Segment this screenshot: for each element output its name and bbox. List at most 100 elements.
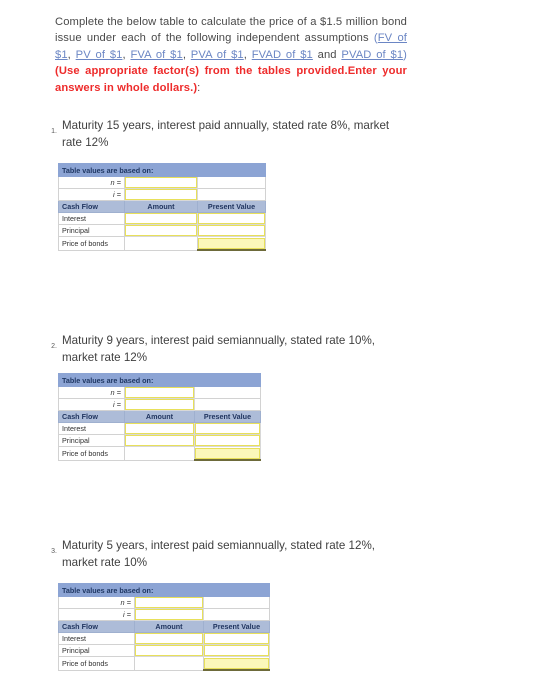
sep-3: , xyxy=(182,48,191,61)
interest-label-1: Interest xyxy=(58,212,125,225)
table-column-header-row-3: Cash Flow Amount Present Value xyxy=(58,620,270,633)
principal-label-3: Principal xyxy=(58,644,135,657)
n-label-1: n = xyxy=(58,176,125,189)
instructions-lead: Complete the below table to calculate th… xyxy=(55,16,407,45)
price-spacer-2 xyxy=(124,446,195,461)
i-input-1[interactable] xyxy=(125,189,197,200)
i-row-3: i = xyxy=(58,608,270,621)
interest-amount-input-3[interactable] xyxy=(135,633,203,644)
col-amount-1: Amount xyxy=(124,200,198,213)
interest-pv-input-2[interactable] xyxy=(195,423,260,434)
basis-header-label-1: Table values are based on: xyxy=(58,163,266,177)
i-row-1: i = xyxy=(58,188,266,201)
price-of-bonds-cell-1[interactable] xyxy=(197,236,266,251)
interest-label-2: Interest xyxy=(58,422,125,435)
link-pvad-of-1[interactable]: PVAD of $1 xyxy=(341,49,403,61)
price-of-bonds-input-2[interactable] xyxy=(195,447,260,459)
principal-row-1: Principal xyxy=(58,224,266,237)
price-of-bonds-cell-2[interactable] xyxy=(194,446,261,461)
question-number-3: 3. xyxy=(51,548,57,555)
link-fva-of-1[interactable]: FVA of $1 xyxy=(130,49,182,61)
n-spacer-1 xyxy=(197,176,266,189)
principal-amount-input-1[interactable] xyxy=(125,225,197,236)
close-paren: ) xyxy=(403,48,407,61)
i-label-1: i = xyxy=(58,188,125,201)
link-fvad-of-1[interactable]: FVAD of $1 xyxy=(252,49,313,61)
n-spacer-2 xyxy=(194,386,261,399)
i-input-cell-2[interactable] xyxy=(124,398,195,411)
n-input-cell-3[interactable] xyxy=(134,596,204,609)
i-input-cell-3[interactable] xyxy=(134,608,204,621)
interest-pv-input-3[interactable] xyxy=(204,633,269,644)
i-input-cell-1[interactable] xyxy=(124,188,198,201)
bond-price-table-1: Table values are based on: n = i = Cash … xyxy=(58,163,266,251)
principal-amount-input-2[interactable] xyxy=(125,435,194,446)
interest-pv-cell-1[interactable] xyxy=(197,212,266,225)
interest-row-3: Interest xyxy=(58,632,270,645)
sep-1: , xyxy=(67,48,76,61)
interest-amount-cell-2[interactable] xyxy=(124,422,195,435)
principal-pv-cell-1[interactable] xyxy=(197,224,266,237)
interest-amount-cell-1[interactable] xyxy=(124,212,198,225)
principal-pv-cell-3[interactable] xyxy=(203,644,270,657)
n-input-2[interactable] xyxy=(125,387,194,398)
price-label-1: Price of bonds xyxy=(58,236,125,251)
price-label-2: Price of bonds xyxy=(58,446,125,461)
principal-label-2: Principal xyxy=(58,434,125,447)
price-of-bonds-input-1[interactable] xyxy=(198,237,265,249)
principal-row-2: Principal xyxy=(58,434,261,447)
principal-label-1: Principal xyxy=(58,224,125,237)
table-column-header-row-2: Cash Flow Amount Present Value xyxy=(58,410,261,423)
interest-amount-input-1[interactable] xyxy=(125,213,197,224)
principal-amount-cell-1[interactable] xyxy=(124,224,198,237)
question-text-2: Maturity 9 years, interest paid semiannu… xyxy=(62,334,375,364)
n-input-cell-1[interactable] xyxy=(124,176,198,189)
question-text-1: Maturity 15 years, interest paid annuall… xyxy=(62,119,390,149)
n-input-cell-2[interactable] xyxy=(124,386,195,399)
basis-header-label-2: Table values are based on: xyxy=(58,373,261,387)
i-input-2[interactable] xyxy=(125,399,194,410)
interest-amount-cell-3[interactable] xyxy=(134,632,204,645)
principal-pv-cell-2[interactable] xyxy=(194,434,261,447)
n-input-3[interactable] xyxy=(135,597,203,608)
price-row-2: Price of bonds xyxy=(58,446,261,461)
bond-price-table-3: Table values are based on: n = i = Cash … xyxy=(58,583,270,671)
table-basis-header-row-3: Table values are based on: xyxy=(58,583,270,597)
price-spacer-3 xyxy=(134,656,204,671)
instructions-emphasis: (Use appropriate factor(s) from the tabl… xyxy=(55,65,407,94)
interest-pv-input-1[interactable] xyxy=(198,213,265,224)
basis-header-label-3: Table values are based on: xyxy=(58,583,270,597)
interest-label-3: Interest xyxy=(58,632,135,645)
n-input-1[interactable] xyxy=(125,177,197,188)
link-pv-of-1[interactable]: PV of $1 xyxy=(76,49,123,61)
principal-pv-input-3[interactable] xyxy=(204,645,269,656)
i-input-3[interactable] xyxy=(135,609,203,620)
instructions-paragraph: Complete the below table to calculate th… xyxy=(55,14,407,96)
link-pva-of-1[interactable]: PVA of $1 xyxy=(191,49,244,61)
table-column-header-row-1: Cash Flow Amount Present Value xyxy=(58,200,266,213)
principal-amount-input-3[interactable] xyxy=(135,645,203,656)
price-of-bonds-cell-3[interactable] xyxy=(203,656,270,671)
table-basis-header-row-2: Table values are based on: xyxy=(58,373,261,387)
n-label-2: n = xyxy=(58,386,125,399)
principal-pv-input-2[interactable] xyxy=(195,435,260,446)
principal-amount-cell-2[interactable] xyxy=(124,434,195,447)
interest-amount-input-2[interactable] xyxy=(125,423,194,434)
col-present-value-2: Present Value xyxy=(194,410,261,423)
interest-pv-cell-2[interactable] xyxy=(194,422,261,435)
price-label-3: Price of bonds xyxy=(58,656,135,671)
i-row-2: i = xyxy=(58,398,261,411)
i-spacer-1 xyxy=(197,188,266,201)
sep-4: , xyxy=(243,48,252,61)
i-label-2: i = xyxy=(58,398,125,411)
n-spacer-3 xyxy=(203,596,270,609)
principal-pv-input-1[interactable] xyxy=(198,225,265,236)
interest-pv-cell-3[interactable] xyxy=(203,632,270,645)
price-row-1: Price of bonds xyxy=(58,236,266,251)
price-spacer-1 xyxy=(124,236,198,251)
col-cash-flow-2: Cash Flow xyxy=(58,410,125,423)
col-amount-2: Amount xyxy=(124,410,195,423)
price-of-bonds-input-3[interactable] xyxy=(204,657,269,669)
n-label-3: n = xyxy=(58,596,135,609)
principal-amount-cell-3[interactable] xyxy=(134,644,204,657)
